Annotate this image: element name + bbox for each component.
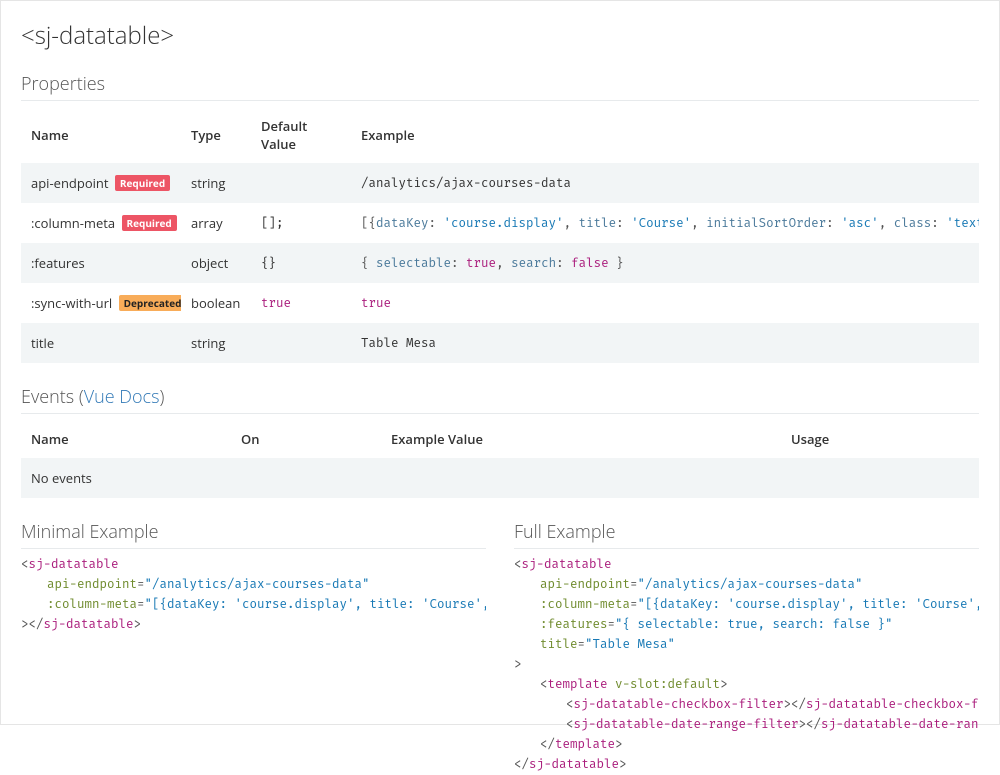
col-default: Default Value [251, 107, 351, 163]
prop-example: { selectable: true, search: false } [351, 243, 979, 283]
prop-name: :features [21, 243, 181, 283]
component-name: <sj-datatable> [21, 19, 979, 52]
table-row: api-endpoint Requiredstring/analytics/aj… [21, 163, 979, 203]
prop-name: :column-meta Required [21, 203, 181, 243]
table-row: :sync-with-url Deprecated ?booleantruetr… [21, 283, 979, 323]
prop-type: array [181, 203, 251, 243]
col-ev-on: On [231, 420, 381, 458]
prop-example: [{dataKey: 'course.display', title: 'Cou… [351, 203, 979, 243]
col-ev-usage: Usage [781, 420, 979, 458]
prop-type: object [181, 243, 251, 283]
prop-default [251, 323, 351, 363]
required-badge: Required [115, 175, 170, 191]
full-example-code: <sj-datatable api-endpoint="/analytics/a… [514, 555, 979, 775]
prop-name: :sync-with-url Deprecated ? [21, 283, 181, 323]
prop-name: title [21, 323, 181, 363]
col-ev-name: Name [21, 420, 231, 458]
prop-type: boolean [181, 283, 251, 323]
properties-heading: Properties [21, 72, 979, 101]
prop-default: []; [251, 203, 351, 243]
vue-docs-link[interactable]: Vue Docs [84, 385, 160, 409]
full-example-heading: Full Example [514, 520, 979, 549]
table-row: titlestring Table Mesa [21, 323, 979, 363]
prop-type: string [181, 323, 251, 363]
col-type: Type [181, 107, 251, 163]
minimal-example-heading: Minimal Example [21, 520, 486, 549]
minimal-example-code: <sj-datatable api-endpoint="/analytics/a… [21, 555, 486, 635]
col-name: Name [21, 107, 181, 163]
deprecated-badge: Deprecated ? [119, 295, 181, 311]
prop-default: true [251, 283, 351, 323]
prop-example: true [351, 283, 979, 323]
table-row: :column-meta Requiredarray[];[{dataKey: … [21, 203, 979, 243]
prop-example: Table Mesa [351, 323, 979, 363]
col-ev-example: Example Value [381, 420, 781, 458]
events-label: Events [21, 385, 74, 409]
col-example: Example [351, 107, 979, 163]
events-heading: Events (Vue Docs) [21, 385, 979, 414]
no-events: No events [21, 458, 979, 498]
prop-default: {} [251, 243, 351, 283]
properties-table: Name Type Default Value Example api-endp… [21, 107, 979, 363]
prop-example: /analytics/ajax-courses-data [351, 163, 979, 203]
events-table: Name On Example Value Usage No events [21, 420, 979, 498]
table-row: No events [21, 458, 979, 498]
table-row: :featuresobject{}{ selectable: true, sea… [21, 243, 979, 283]
prop-type: string [181, 163, 251, 203]
prop-name: api-endpoint Required [21, 163, 181, 203]
required-badge: Required [122, 215, 177, 231]
prop-default [251, 163, 351, 203]
